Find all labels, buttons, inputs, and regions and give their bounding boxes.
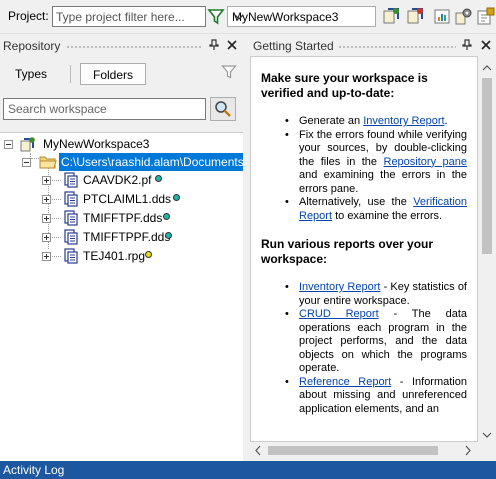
tree-item-folder[interactable]: C:\Users\raashid.alam\Documents <box>0 153 243 172</box>
tree-item-file[interactable]: CAAVDK2.pf <box>0 171 243 190</box>
expand-icon[interactable] <box>42 195 51 204</box>
folder-icon <box>39 154 57 170</box>
workspace-icon <box>20 136 38 152</box>
drag-grip[interactable] <box>66 45 202 49</box>
tree-item-label: TEJ401.rpg <box>83 249 146 263</box>
chevron-down-icon <box>232 9 246 24</box>
list-item: Fix the errors found while verifying you… <box>261 129 467 197</box>
horizontal-scrollbar[interactable] <box>250 442 478 459</box>
status-indicator <box>163 213 170 220</box>
status-indicator <box>173 194 180 201</box>
list-item: Alternatively, use the Verification Repo… <box>261 196 467 223</box>
getting-started-title: Getting Started <box>253 39 334 53</box>
tab-types[interactable]: Types <box>6 63 56 85</box>
inventory-report-link[interactable]: Inventory Report <box>363 115 444 127</box>
pin-icon[interactable] <box>209 39 219 51</box>
repository-pane-link[interactable]: Repository pane <box>384 156 468 168</box>
tree-item-file[interactable]: TMIFFTPPF.dds <box>0 228 243 247</box>
repository-panel: Repository Types Folders MyNewWorkspace3 <box>0 36 244 461</box>
file-icon <box>62 248 80 264</box>
report-icon[interactable] <box>432 6 452 26</box>
vertical-scrollbar[interactable] <box>478 60 496 443</box>
tree-item-workspace[interactable]: MyNewWorkspace3 <box>0 135 243 154</box>
tree-item-label: CAAVDK2.pf <box>83 173 152 187</box>
file-icon <box>62 210 80 226</box>
expand-icon[interactable] <box>42 176 51 185</box>
activity-log-tab[interactable]: Activity Log <box>0 461 496 479</box>
status-indicator <box>165 232 172 239</box>
inventory-report-link[interactable]: Inventory Report <box>299 281 380 293</box>
file-icon <box>62 229 80 245</box>
tree-item-file[interactable]: TMIFFTPF.dds <box>0 209 243 228</box>
tree-item-file[interactable]: PTCLAIML1.dds <box>0 190 243 209</box>
section-list: Inventory Report - Key statistics of you… <box>261 281 467 416</box>
list-item: Inventory Report - Key statistics of you… <box>261 281 467 308</box>
getting-started-panel-header: Getting Started <box>250 36 496 56</box>
crud-report-link[interactable]: CRUD Report <box>299 308 379 320</box>
repository-title: Repository <box>3 39 61 53</box>
repository-tree[interactable]: MyNewWorkspace3 C:\Users\raashid.alam\Do… <box>0 132 243 461</box>
tree-item-label: C:\Users\raashid.alam\Documents <box>59 153 243 171</box>
tree-item-file[interactable]: TEJ401.rpg <box>0 247 243 266</box>
list-item: CRUD Report - The data operations each p… <box>261 308 467 376</box>
file-icon <box>62 191 80 207</box>
drag-grip[interactable] <box>338 45 456 49</box>
close-icon[interactable] <box>480 39 492 51</box>
expand-icon[interactable] <box>42 252 51 261</box>
collapse-icon[interactable] <box>22 158 31 167</box>
project-label: Project: <box>8 9 49 23</box>
search-button[interactable] <box>210 97 236 121</box>
filter-icon[interactable] <box>206 6 226 27</box>
expand-icon[interactable] <box>42 233 51 242</box>
main-toolbar: Project: MyNewWorkspace3 <box>0 0 496 34</box>
tree-item-label: PTCLAIML1.dds <box>83 192 172 206</box>
tab-separator <box>70 65 71 83</box>
file-icon <box>62 172 80 188</box>
tree-item-label: MyNewWorkspace3 <box>43 137 150 151</box>
filter-icon[interactable] <box>221 64 237 80</box>
section-heading: Make sure your workspace is verified and… <box>261 71 428 100</box>
section-list: Generate an Inventory Report. Fix the er… <box>261 115 467 223</box>
close-icon[interactable] <box>226 39 238 51</box>
collapse-icon[interactable] <box>4 140 13 149</box>
activity-log-label: Activity Log <box>3 463 65 477</box>
pin-icon[interactable] <box>462 39 472 51</box>
verify-workspace-icon[interactable] <box>382 6 402 26</box>
list-item: Generate an Inventory Report. <box>261 115 467 129</box>
project-filter-input[interactable] <box>52 6 206 27</box>
status-indicator <box>155 175 162 182</box>
verify-project-icon[interactable] <box>406 6 426 26</box>
repository-panel-header: Repository <box>0 36 244 56</box>
workspace-select-value: MyNewWorkspace3 <box>232 10 339 24</box>
settings-icon[interactable] <box>454 6 474 26</box>
section-heading: Run various reports over your workspace: <box>261 237 434 266</box>
getting-started-panel: Getting Started Make sure your workspace… <box>250 36 496 461</box>
tree-item-label: TMIFFTPPF.dds <box>83 230 171 244</box>
tree-item-label: TMIFFTPF.dds <box>83 211 163 225</box>
workspace-select[interactable]: MyNewWorkspace3 <box>227 6 376 27</box>
list-item: Reference Report - Information about mis… <box>261 376 467 417</box>
status-indicator <box>145 251 152 258</box>
getting-started-content: Make sure your workspace is verified and… <box>250 56 478 442</box>
reference-report-link[interactable]: Reference Report <box>299 376 391 388</box>
search-input[interactable] <box>3 98 206 120</box>
expand-icon[interactable] <box>42 214 51 223</box>
open-workspace-icon[interactable] <box>476 6 496 26</box>
tab-folders[interactable]: Folders <box>80 63 146 85</box>
